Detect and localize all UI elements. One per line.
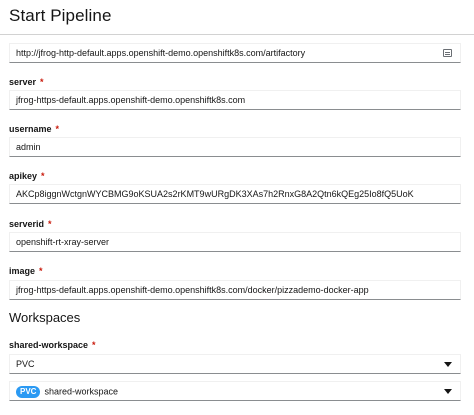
serverid-label: serverid * — [9, 219, 52, 229]
server-value: jfrog-https-default.apps.openshift-demo.… — [16, 95, 246, 105]
serverid-value: openshift-rt-xray-server — [16, 237, 110, 247]
username-input[interactable]: admin — [9, 137, 461, 157]
caret-down-icon — [444, 389, 452, 394]
list-icon — [443, 49, 452, 57]
apikey-label: apikey * — [9, 171, 45, 181]
pvc-badge: PVC — [16, 385, 41, 398]
serverid-input[interactable]: openshift-rt-xray-server — [9, 232, 461, 252]
shared-workspace-label: shared-workspace * — [9, 340, 96, 350]
apikey-value: AKCp8iggnWctgnWYCBMG9oKSUA2s2rKMT9wURgDK… — [16, 189, 414, 199]
workspace-type-value: PVC — [16, 359, 35, 369]
workspaces-section-title: Workspaces — [9, 310, 81, 325]
workspace-type-select[interactable]: PVC — [9, 354, 461, 374]
pvc-claim-select[interactable]: PVC shared-workspace — [9, 381, 461, 401]
apikey-input[interactable]: AKCp8iggnWctgnWYCBMG9oKSUA2s2rKMT9wURgDK… — [9, 184, 461, 204]
artifactory-url-input[interactable]: http://jfrog-http-default.apps.openshift… — [9, 43, 461, 63]
username-value: admin — [16, 142, 41, 152]
page-title: Start Pipeline — [9, 6, 112, 25]
image-label: image * — [9, 266, 43, 276]
image-input[interactable]: jfrog-https-default.apps.openshift-demo.… — [9, 280, 461, 300]
server-input[interactable]: jfrog-https-default.apps.openshift-demo.… — [9, 90, 461, 110]
pvc-claim-value: shared-workspace — [44, 386, 118, 397]
username-label: username * — [9, 124, 60, 134]
artifactory-url-value: http://jfrog-http-default.apps.openshift… — [16, 48, 306, 58]
server-label: server * — [9, 77, 44, 87]
caret-down-icon — [444, 362, 452, 367]
image-value: jfrog-https-default.apps.openshift-demo.… — [16, 285, 369, 295]
modal-header: Start Pipeline — [0, 0, 474, 35]
